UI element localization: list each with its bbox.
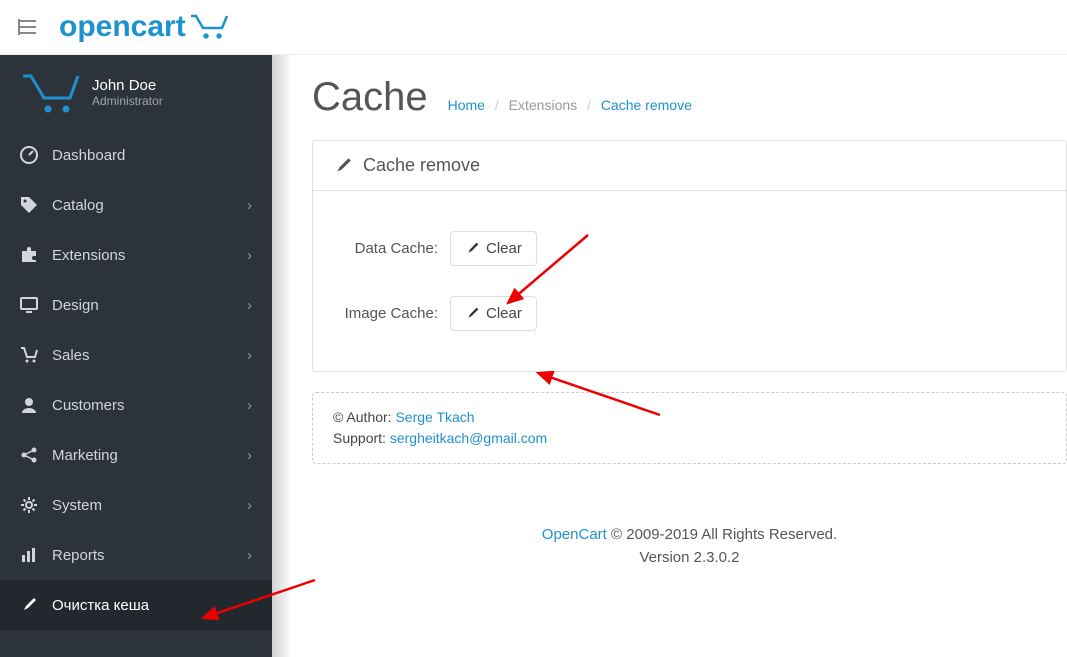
sidebar-item-label: Extensions (52, 247, 125, 264)
sidebar-item-marketing[interactable]: Marketing › (0, 430, 272, 480)
panel: Cache remove Data Cache: Clear Image Cac… (312, 140, 1067, 372)
chevron-right-icon: › (247, 397, 252, 414)
sidebar: John Doe Administrator Dashboard Catalog… (0, 55, 272, 657)
breadcrumb-current[interactable]: Cache remove (601, 97, 692, 113)
sidebar-item-label: Очистка кеша (52, 597, 149, 614)
breadcrumb-home[interactable]: Home (448, 97, 485, 113)
breadcrumb-extensions[interactable]: Extensions (509, 97, 577, 113)
support-prefix: Support: (333, 430, 390, 446)
image-cache-label: Image Cache: (333, 305, 438, 322)
puzzle-icon (20, 246, 42, 264)
sidebar-item-catalog[interactable]: Catalog › (0, 180, 272, 230)
footer: OpenCart © 2009-2019 All Rights Reserved… (312, 524, 1067, 569)
logo-text-bold: open (59, 10, 131, 44)
sidebar-item-reports[interactable]: Reports › (0, 530, 272, 580)
paintbrush-icon (333, 156, 353, 176)
chevron-right-icon: › (247, 547, 252, 564)
clear-image-cache-button[interactable]: Clear (450, 296, 537, 331)
cart-icon (20, 346, 42, 364)
dashboard-icon (20, 146, 42, 164)
page-title: Cache (312, 75, 428, 120)
author-link[interactable]: Serge Tkach (395, 409, 474, 425)
profile-cart-icon (20, 70, 80, 116)
desktop-icon (20, 296, 42, 314)
panel-title: Cache remove (363, 155, 480, 176)
user-icon (20, 396, 42, 414)
sidebar-item-customers[interactable]: Customers › (0, 380, 272, 430)
menu-icon (18, 19, 36, 35)
chart-icon (20, 546, 42, 564)
paintbrush-icon (465, 306, 480, 321)
chevron-right-icon: › (247, 247, 252, 264)
panel-header: Cache remove (313, 141, 1066, 191)
footer-link[interactable]: OpenCart (542, 526, 607, 543)
author-box: © Author: Serge Tkach Support: sergheitk… (312, 392, 1067, 464)
sidebar-item-label: Sales (52, 347, 90, 364)
footer-version: Version 2.3.0.2 (312, 547, 1067, 570)
sidebar-item-sales[interactable]: Sales › (0, 330, 272, 380)
sidebar-item-label: Customers (52, 397, 125, 414)
sidebar-item-label: Marketing (52, 447, 118, 464)
sidebar-item-label: Dashboard (52, 147, 125, 164)
author-prefix: © Author: (333, 409, 395, 425)
share-icon (20, 446, 42, 464)
chevron-right-icon: › (247, 297, 252, 314)
logo[interactable]: opencart (59, 10, 229, 44)
menu-toggle-button[interactable] (15, 15, 39, 39)
sidebar-item-label: Catalog (52, 197, 104, 214)
chevron-right-icon: › (247, 197, 252, 214)
tag-icon (20, 196, 42, 214)
profile-role: Administrator (92, 94, 163, 108)
sidebar-item-extensions[interactable]: Extensions › (0, 230, 272, 280)
sidebar-item-system[interactable]: System › (0, 480, 272, 530)
footer-copy: © 2009-2019 All Rights Reserved. (607, 526, 837, 543)
main-content: Cache Home / Extensions / Cache remove C… (272, 55, 1067, 657)
breadcrumb: Home / Extensions / Cache remove (448, 97, 692, 113)
gear-icon (20, 496, 42, 514)
header: opencart (0, 0, 1067, 55)
logo-text-light: cart (131, 10, 186, 44)
chevron-right-icon: › (247, 347, 252, 364)
paintbrush-icon (20, 596, 42, 614)
user-profile: John Doe Administrator (0, 55, 272, 130)
sidebar-item-label: System (52, 497, 102, 514)
chevron-right-icon: › (247, 497, 252, 514)
chevron-right-icon: › (247, 447, 252, 464)
support-email-link[interactable]: sergheitkach@gmail.com (390, 430, 547, 446)
profile-name: John Doe (92, 77, 163, 94)
paintbrush-icon (465, 241, 480, 256)
data-cache-label: Data Cache: (333, 240, 438, 257)
clear-data-cache-button[interactable]: Clear (450, 231, 537, 266)
sidebar-item-dashboard[interactable]: Dashboard (0, 130, 272, 180)
sidebar-item-label: Design (52, 297, 99, 314)
sidebar-item-label: Reports (52, 547, 105, 564)
sidebar-item-cache-clear[interactable]: Очистка кеша (0, 580, 272, 630)
sidebar-item-design[interactable]: Design › (0, 280, 272, 330)
logo-cart-icon (189, 12, 229, 42)
